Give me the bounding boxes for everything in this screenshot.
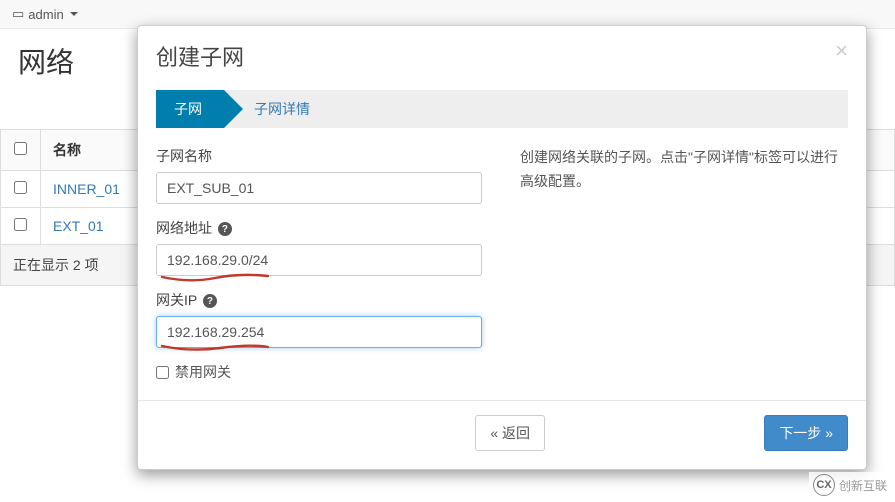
wizard-tabs: 子网 子网详情	[156, 90, 848, 128]
tab-subnet[interactable]: 子网	[156, 90, 224, 128]
next-button[interactable]: 下一步 »	[764, 415, 848, 451]
network-link[interactable]: EXT_01	[53, 218, 104, 234]
help-icon[interactable]: ?	[203, 294, 217, 308]
field-disable-gateway: 禁用网关	[156, 362, 496, 382]
gateway-label: 网关IP ?	[156, 290, 496, 310]
modal-footer: « 返回 下一步 »	[138, 401, 866, 469]
caret-down-icon[interactable]	[70, 12, 78, 16]
form-left-column: 子网名称 网络地址 ? 网关IP ?	[156, 146, 496, 382]
modal-header: 创建子网 ×	[138, 26, 866, 80]
field-cidr: 网络地址 ?	[156, 218, 496, 276]
cidr-label-text: 网络地址	[156, 220, 212, 236]
subnet-name-label: 子网名称	[156, 146, 496, 166]
field-subnet-name: 子网名称	[156, 146, 496, 204]
close-icon[interactable]: ×	[835, 40, 848, 62]
project-name[interactable]: admin	[28, 7, 63, 22]
watermark: CX 创新互联	[809, 472, 891, 498]
row-checkbox[interactable]	[14, 181, 27, 194]
watermark-text: 创新互联	[839, 477, 887, 494]
modal-title: 创建子网	[156, 40, 244, 72]
select-all-checkbox[interactable]	[14, 142, 27, 155]
create-subnet-modal: 创建子网 × 子网 子网详情 子网名称 网络地址 ?	[137, 25, 867, 470]
back-button[interactable]: « 返回	[475, 415, 545, 451]
subnet-name-input[interactable]	[156, 172, 482, 204]
gateway-label-text: 网关IP	[156, 292, 197, 308]
help-icon[interactable]: ?	[218, 222, 232, 236]
cidr-label: 网络地址 ?	[156, 218, 496, 238]
modal-body: 子网 子网详情 子网名称 网络地址 ? 网关IP	[138, 80, 866, 401]
cidr-input[interactable]	[156, 244, 482, 276]
table-header-checkbox[interactable]	[1, 130, 41, 171]
help-text: 创建网络关联的子网。点击"子网详情"标签可以进行高级配置。	[520, 146, 848, 382]
row-checkbox[interactable]	[14, 218, 27, 231]
watermark-logo-icon: CX	[813, 474, 835, 496]
field-gateway: 网关IP ?	[156, 290, 496, 348]
project-icon: ▭	[12, 6, 24, 22]
gateway-input[interactable]	[156, 316, 482, 348]
disable-gateway-checkbox[interactable]	[156, 366, 169, 379]
network-link[interactable]: INNER_01	[53, 181, 120, 197]
form-row: 子网名称 网络地址 ? 网关IP ?	[156, 146, 848, 382]
disable-gateway-label: 禁用网关	[175, 362, 231, 382]
